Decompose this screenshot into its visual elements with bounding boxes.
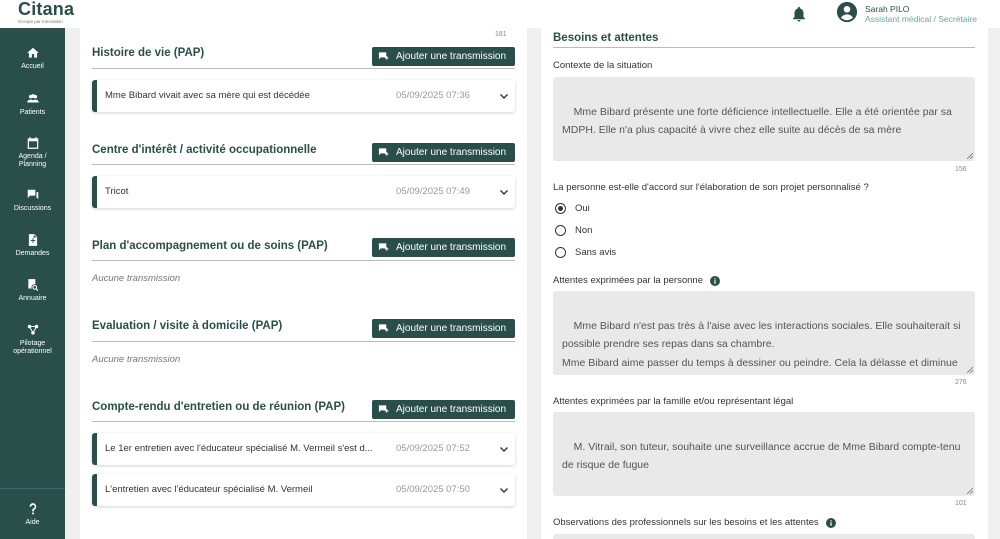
add-comment-icon (378, 148, 389, 156)
calendar-icon (27, 137, 38, 149)
sidebar-item-aide[interactable]: Aide (0, 502, 65, 527)
section-title-compte-rendu: Compte-rendu d'entretien ou de réunion (… (92, 401, 345, 413)
user-role: Assistant médical / Secrétaire (865, 14, 977, 24)
chevron-down-icon[interactable] (499, 187, 509, 197)
section-divider (92, 341, 515, 342)
sidebar-item-demandes[interactable]: Demandes (0, 233, 65, 258)
network-icon (27, 324, 38, 335)
logo-subtext: Groupe par Innovation (18, 19, 63, 24)
add-transmission-button[interactable]: Ajouter une transmission (372, 238, 515, 257)
radio-button[interactable] (555, 247, 566, 258)
context-label: Contexte de la situation (553, 60, 653, 71)
sidebar: Accueil Patients Agenda / Planning Discu… (0, 28, 65, 539)
section-divider (92, 421, 515, 422)
radio-oui[interactable]: Oui (555, 203, 590, 214)
add-transmission-button[interactable]: Ajouter une transmission (372, 47, 515, 66)
family-expectations-textarea[interactable]: M. Vitrail, son tuteur, souhaite une sur… (553, 412, 975, 496)
char-counter: 276 (955, 379, 967, 386)
resize-handle-icon[interactable] (967, 488, 973, 494)
agreement-question: La personne est-elle d'accord sur l'élab… (553, 182, 869, 193)
radio-button[interactable] (555, 225, 566, 236)
sidebar-divider (0, 488, 65, 489)
directory-search-icon (27, 279, 38, 291)
add-comment-icon (378, 405, 389, 413)
section-divider (553, 47, 975, 48)
add-comment-icon (378, 243, 389, 251)
sidebar-item-discussions[interactable]: Discussions (0, 188, 65, 213)
bell-icon[interactable] (790, 5, 808, 23)
observations-textarea[interactable] (553, 534, 975, 539)
sidebar-item-pilotage[interactable]: Pilotage opérationnel (0, 323, 65, 356)
document-icon (28, 234, 37, 246)
transmission-entry[interactable]: Le 1er entretien avec l'éducateur spécia… (92, 433, 515, 465)
entry-text: Mme Bibard vivait avec sa mère qui est d… (105, 90, 310, 101)
add-transmission-button[interactable]: Ajouter une transmission (372, 319, 515, 338)
user-name: Sarah PILO (865, 4, 910, 14)
section-title-evaluation: Evaluation / visite à domicile (PAP) (92, 320, 283, 332)
add-transmission-button[interactable]: Ajouter une transmission (372, 400, 515, 419)
transmissions-panel: 181 Histoire de vie (PAP) Ajouter une tr… (80, 28, 527, 539)
radio-sans-avis[interactable]: Sans avis (555, 247, 616, 258)
add-transmission-button[interactable]: Ajouter une transmission (372, 143, 515, 162)
info-icon[interactable] (709, 275, 720, 286)
top-bar: Citana Groupe par Innovation Sarah PILO … (0, 0, 1000, 28)
radio-button-checked[interactable] (555, 203, 566, 214)
info-icon[interactable] (825, 517, 836, 528)
section-title-besoins: Besoins et attentes (553, 32, 659, 44)
home-icon (26, 47, 39, 58)
entry-date: 05/09/2025 07:50 (396, 484, 470, 495)
person-expectations-label: Attentes exprimées par la personne (553, 275, 720, 286)
sidebar-item-accueil[interactable]: Accueil (0, 46, 65, 71)
entry-text: Le 1er entretien avec l'éducateur spécia… (105, 443, 373, 454)
radio-non[interactable]: Non (555, 225, 592, 236)
chat-icon (27, 189, 38, 200)
transmission-entry[interactable]: Mme Bibard vivait avec sa mère qui est d… (92, 80, 515, 112)
entry-text: Tricot (105, 186, 129, 197)
observations-label: Observations des professionnels sur les … (553, 517, 836, 528)
add-comment-icon (378, 324, 389, 332)
section-divider (92, 164, 515, 165)
entry-date: 05/09/2025 07:52 (396, 443, 470, 454)
entry-date: 05/09/2025 07:49 (396, 186, 470, 197)
sidebar-item-agenda[interactable]: Agenda / Planning (0, 136, 65, 169)
section-title-centre-interet: Centre d'intérêt / activité occupationne… (92, 144, 317, 156)
chevron-down-icon[interactable] (499, 444, 509, 454)
needs-panel: Besoins et attentes Contexte de la situa… (541, 28, 988, 539)
person-expectations-textarea[interactable]: Mme Bibard n'est pas très à l'aise avec … (553, 291, 975, 375)
context-textarea[interactable]: Mme Bibard présente une forte déficience… (553, 77, 975, 161)
char-counter: 181 (495, 31, 507, 38)
resize-handle-icon[interactable] (967, 153, 973, 159)
chevron-down-icon[interactable] (499, 485, 509, 495)
section-divider (92, 68, 515, 69)
section-title-plan-accompagnement: Plan d'accompagnement ou de soins (PAP) (92, 240, 328, 252)
family-expectations-label: Attentes exprimées par la famille et/ou … (553, 396, 794, 407)
section-divider (92, 260, 515, 261)
section-title-histoire: Histoire de vie (PAP) (92, 47, 205, 59)
add-comment-icon (378, 52, 389, 60)
user-avatar-icon[interactable] (836, 1, 858, 23)
chevron-down-icon[interactable] (499, 91, 509, 101)
sidebar-item-patients[interactable]: Patients (0, 92, 65, 117)
entry-text: L'entretien avec l'éducateur spécialisé … (105, 484, 313, 495)
no-transmission-text: Aucune transmission (92, 354, 181, 365)
char-counter: 101 (955, 500, 967, 507)
transmission-entry[interactable]: Tricot 05/09/2025 07:49 (92, 176, 515, 208)
resize-handle-icon[interactable] (967, 367, 973, 373)
app-logo[interactable]: Citana Groupe par Innovation (18, 0, 74, 24)
question-icon (29, 503, 36, 515)
logo-text: Citana (18, 0, 75, 19)
char-counter: 156 (955, 166, 967, 173)
no-transmission-text: Aucune transmission (92, 273, 181, 284)
users-icon (26, 94, 39, 103)
entry-date: 05/09/2025 07:36 (396, 90, 470, 101)
sidebar-item-annuaire[interactable]: Annuaire (0, 278, 65, 303)
transmission-entry[interactable]: L'entretien avec l'éducateur spécialisé … (92, 474, 515, 506)
